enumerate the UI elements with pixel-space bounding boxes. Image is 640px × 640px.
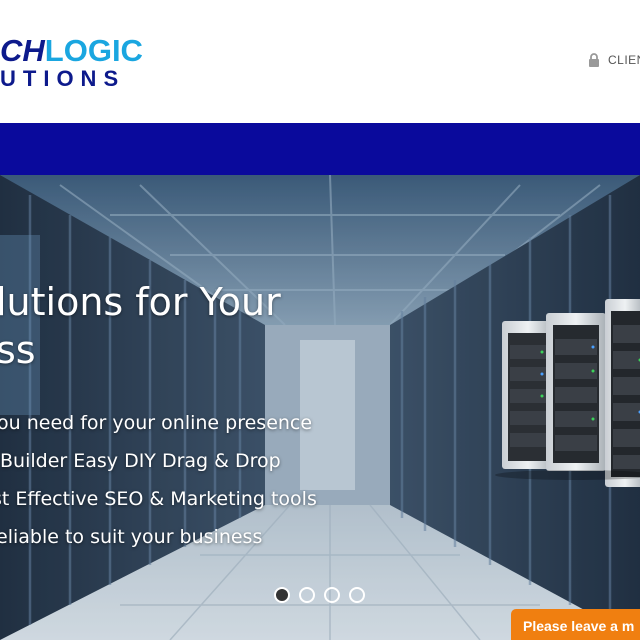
logo-wordmark-top: CHLOGIC xyxy=(0,34,143,68)
live-chat-tab[interactable]: Please leave a m xyxy=(511,609,640,640)
main-navigation-bar xyxy=(0,123,640,175)
server-towers-illustration xyxy=(495,299,640,487)
slider-dot-3[interactable] xyxy=(324,587,340,603)
slider-dot-2[interactable] xyxy=(299,587,315,603)
site-header: CHLOGIC UTIONS CLIEN xyxy=(0,0,640,123)
slider-dot-4[interactable] xyxy=(349,587,365,603)
slider-pagination xyxy=(274,587,365,603)
logo-wordmark-bottom: UTIONS xyxy=(0,66,126,91)
hero-title-line-1: lutions for Your xyxy=(0,280,281,324)
hero-feature-item: ou need for your online presence xyxy=(0,412,313,434)
hero-feature-item: st Effective SEO & Marketing tools xyxy=(0,488,317,510)
slider-dot-1[interactable] xyxy=(274,587,290,603)
lock-icon xyxy=(589,53,599,67)
site-logo[interactable]: CHLOGIC UTIONS xyxy=(0,34,190,90)
hero-title-line-2: ss xyxy=(0,328,36,372)
hero-feature-item: Builder Easy DIY Drag & Drop xyxy=(0,450,281,472)
hero-feature-item: eliable to suit your business xyxy=(0,526,263,548)
client-area-link[interactable]: CLIEN xyxy=(588,53,640,67)
client-area-label: CLIEN xyxy=(608,53,640,67)
hero-title: lutions for Your ss xyxy=(0,278,281,374)
hero-feature-list: ou need for your online presence Builder… xyxy=(0,404,317,556)
